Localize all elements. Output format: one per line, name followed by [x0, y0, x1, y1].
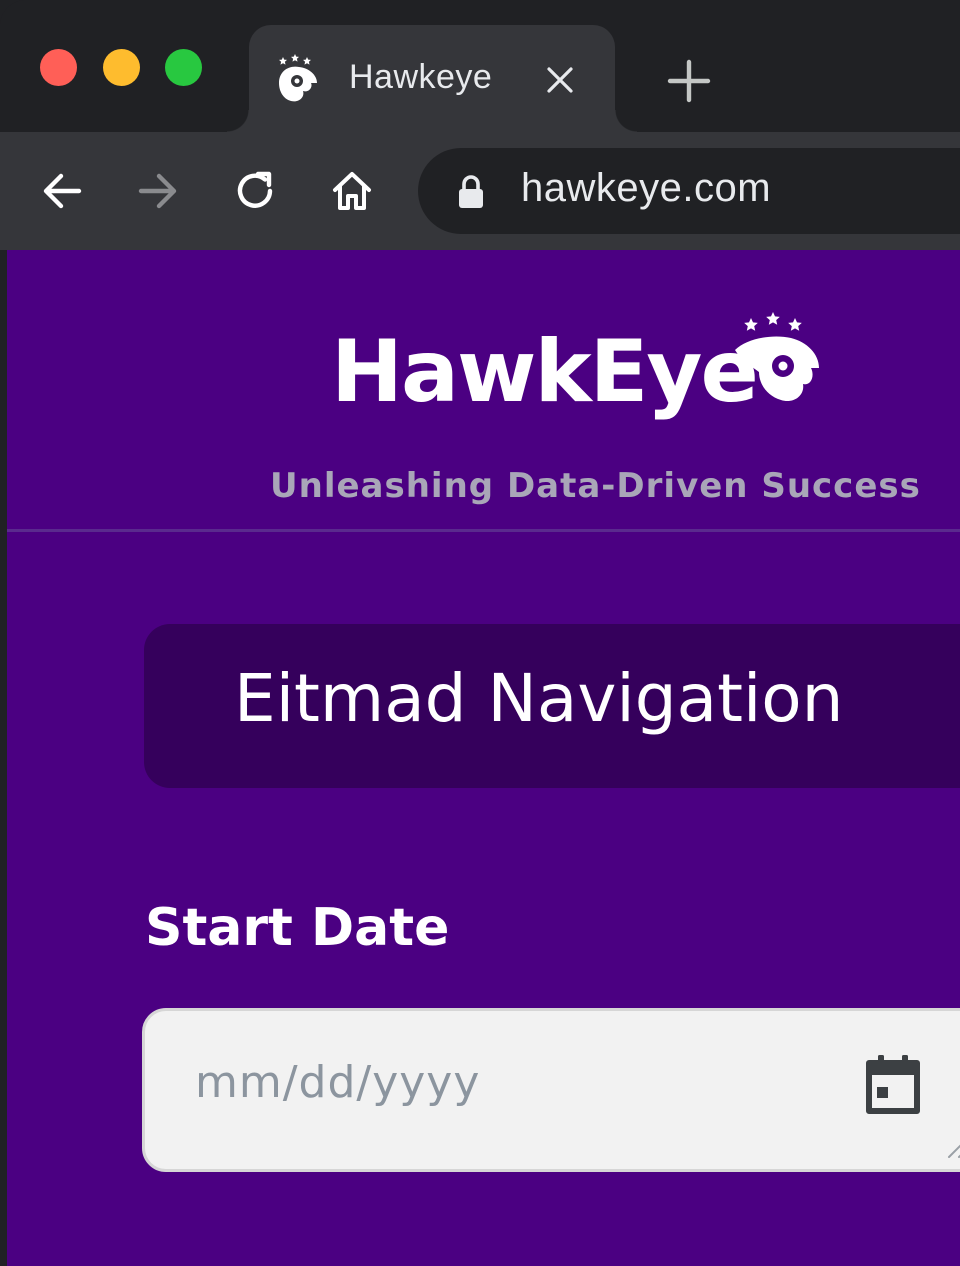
- zoom-window-button[interactable]: [165, 49, 202, 86]
- home-icon[interactable]: [327, 166, 377, 216]
- page-viewport: HawkEye Unleashing Data-Driven Success E…: [7, 250, 960, 1266]
- hawkeye-logo[interactable]: HawkEye: [327, 312, 827, 442]
- forward-icon[interactable]: [133, 166, 183, 216]
- close-icon[interactable]: [545, 65, 575, 95]
- start-date-placeholder: mm/dd/yyyy: [195, 1057, 481, 1108]
- address-bar[interactable]: hawkeye.com: [418, 148, 960, 234]
- site-header: HawkEye Unleashing Data-Driven Success: [7, 250, 960, 532]
- navigation-header-card: Eitmad Navigation: [144, 624, 960, 788]
- close-window-button[interactable]: [40, 49, 77, 86]
- browser-window: Hawkeye hawkeye.com HawkEye Unleashing D…: [0, 0, 960, 1266]
- hawk-logo-icon: [279, 54, 317, 102]
- tab-strip: Hawkeye: [0, 0, 960, 132]
- resize-grip-icon[interactable]: [941, 1129, 960, 1159]
- logo-wordmark: HawkEye: [331, 322, 759, 422]
- browser-toolbar: hawkeye.com: [0, 132, 960, 250]
- page-title: Eitmad Navigation: [234, 660, 844, 737]
- minimize-window-button[interactable]: [103, 49, 140, 86]
- calendar-icon[interactable]: [863, 1053, 923, 1117]
- reload-icon[interactable]: [230, 166, 280, 216]
- plus-icon[interactable]: [664, 56, 714, 106]
- start-date-label: Start Date: [145, 898, 450, 958]
- url-text[interactable]: hawkeye.com: [521, 166, 771, 211]
- site-tagline: Unleashing Data-Driven Success: [270, 466, 921, 506]
- tab-title: Hawkeye: [349, 58, 493, 96]
- hawk-logo-icon: [735, 312, 819, 402]
- back-icon[interactable]: [37, 166, 87, 216]
- lock-icon[interactable]: [456, 174, 486, 210]
- browser-tab[interactable]: Hawkeye: [227, 25, 637, 132]
- start-date-input[interactable]: mm/dd/yyyy: [142, 1008, 960, 1172]
